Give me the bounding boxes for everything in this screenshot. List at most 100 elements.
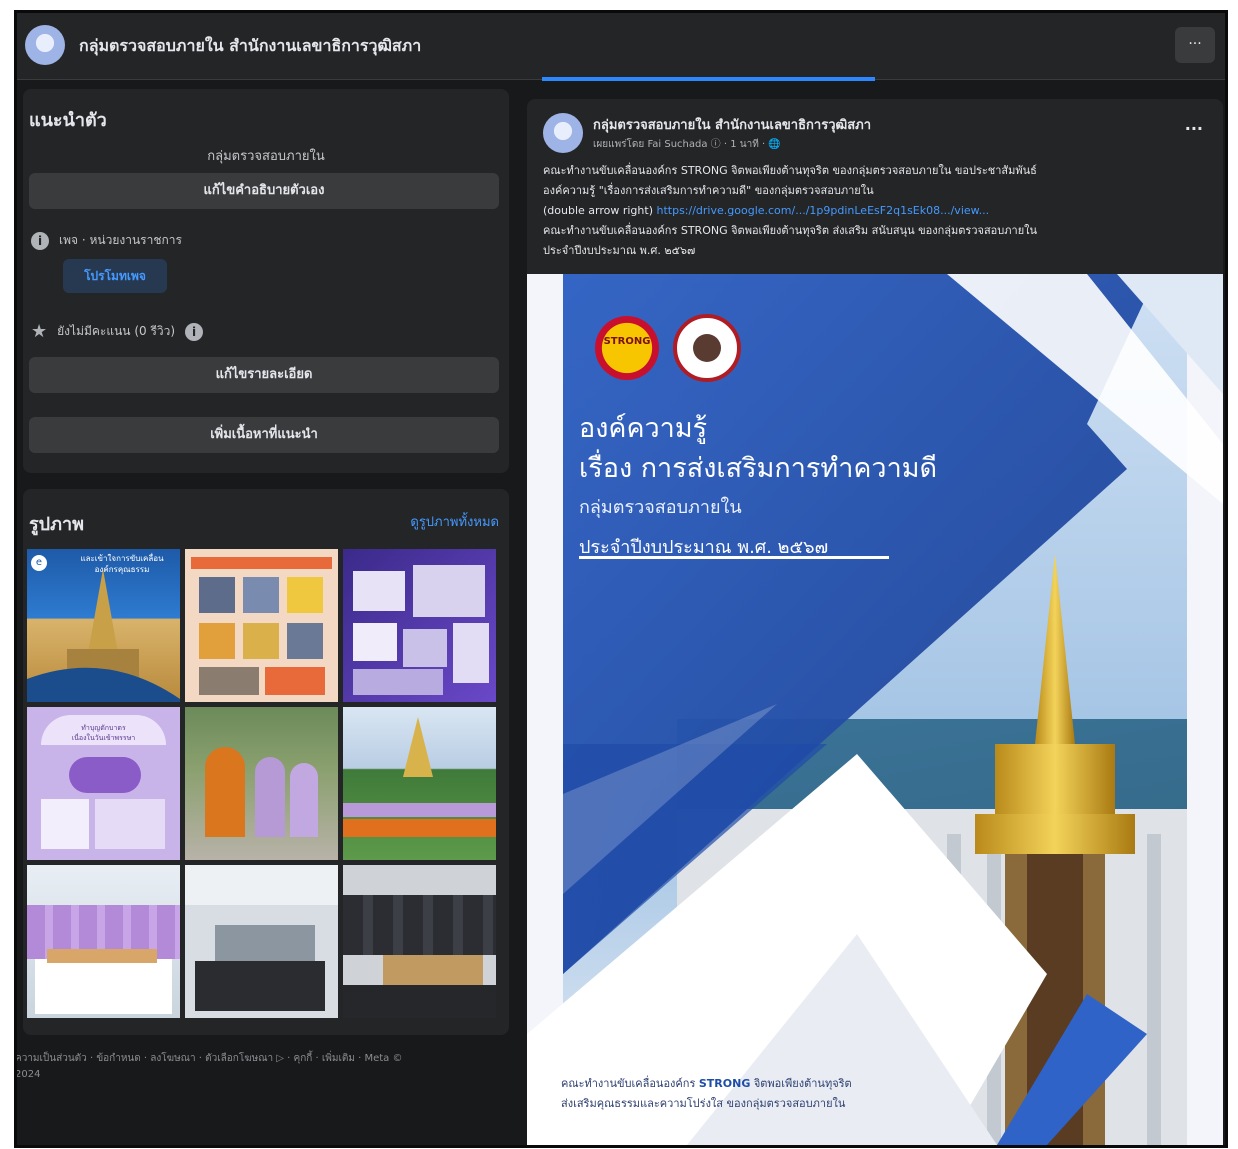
poster-footer-text: ส่งเสริมคุณธรรมและความโปร่งใส ของกลุ่มตร… [561, 1097, 846, 1110]
strong-logo: STRONG [595, 316, 659, 380]
person-figure [255, 757, 285, 837]
poster-footer: คณะทำงานขับเคลื่อนองค์กร STRONG จิตพอเพี… [561, 1074, 981, 1114]
tile-caption-line: และเข้าใจการขับเคลื่อน [80, 554, 164, 563]
photo-tile[interactable] [343, 707, 496, 860]
tile-photo [95, 799, 165, 849]
tile-photo [353, 571, 405, 611]
post-meta: เผยแพร่โดย Fai Suchada ⓘ · 1 นาที · 🌐 [593, 139, 781, 150]
post-text-line: องค์ความรู้ "เรื่องการส่งเสริมการทำความด… [543, 184, 874, 197]
poster-title: องค์ความรู้ [579, 413, 708, 444]
tile-caption-line: องค์กรคุณธรรม [94, 565, 150, 574]
tile-photo [41, 799, 89, 849]
tile-photo [287, 577, 323, 613]
rating-text: ยังไม่มีคะแนน (0 รีวิว) [57, 324, 176, 338]
post-text-line: คณะทำงานขับเคลื่อนองค์กร STRONG จิตพอเพี… [543, 224, 1038, 237]
link-prefix: (double arrow right) [543, 204, 657, 217]
post-more-button[interactable]: ··· [1185, 119, 1203, 138]
tile-photo [243, 623, 279, 659]
tile-photo [403, 629, 447, 667]
person-figure [290, 763, 318, 837]
star-icon: ★ [31, 321, 48, 342]
tile-photo [453, 623, 489, 683]
post-text: คณะทำงานขับเคลื่อนองค์กร STRONG จิตพอเพี… [543, 161, 1213, 261]
people-row [343, 803, 496, 817]
edit-details-button[interactable]: แก้ไขรายละเอียด [29, 357, 499, 393]
more-options-button[interactable]: ··· [1175, 27, 1215, 63]
post-text-line: (double arrow right) https://drive.googl… [543, 201, 1213, 221]
drive-link[interactable]: https://drive.google.com/.../1p9pdinLeEs… [657, 204, 990, 217]
poster-background [527, 274, 1223, 1145]
tile-photo [243, 577, 279, 613]
tile-banner [191, 557, 332, 569]
footer-line: 2024 [15, 1069, 41, 1080]
photo-tile[interactable] [185, 707, 338, 860]
photo-tile[interactable]: ทำบุญตักบาตร เนื่องในวันเข้าพรรษา [27, 707, 180, 860]
poster-footer-text: คณะทำงานขับเคลื่อนองค์กร [561, 1077, 699, 1090]
photos-title: รูปภาพ [29, 514, 84, 535]
tile-photo [265, 667, 325, 695]
photo-tile[interactable] [343, 865, 496, 1018]
tile-caption: ทำบุญตักบาตร เนื่องในวันเข้าพรรษา [41, 723, 166, 743]
monk-figure [205, 747, 245, 837]
anti-corruption-logo [673, 314, 741, 382]
badge-icon: e [31, 555, 47, 571]
facebook-page-window: กลุ่มตรวจสอบภายใน สำนักงานเลขาธิการวุฒิส… [14, 10, 1228, 1148]
promote-page-button[interactable]: โปรโมทเพจ [63, 259, 167, 293]
photo-tile[interactable] [185, 549, 338, 702]
logo-text: STRONG [603, 336, 651, 347]
post-text-line: ประจำปีงบประมาณ พ.ศ. ๒๕๖๗ [543, 244, 696, 257]
edit-bio-button[interactable]: แก้ไขคำอธิบายตัวเอง [29, 173, 499, 209]
photo-tile[interactable]: e และเข้าใจการขับเคลื่อน องค์กรคุณธรรม [27, 549, 180, 702]
post-card: กลุ่มตรวจสอบภายใน สำนักงานเลขาธิการวุฒิส… [527, 99, 1223, 1145]
tile-photo [199, 623, 235, 659]
see-all-photos-link[interactable]: ดูรูปภาพทั้งหมด [410, 511, 499, 532]
info-icon[interactable]: i [185, 322, 204, 341]
monks-row [343, 819, 496, 837]
photo-tile[interactable] [343, 549, 496, 702]
post-image[interactable]: STRONG องค์ความรู้ เรื่อง การส่งเสริมการ… [527, 274, 1223, 1145]
poster-footer-text: จิตพอเพียงต้านทุจริต [750, 1077, 852, 1090]
footer-links[interactable]: ความเป็นส่วนตัว · ข้อกำหนด · ลงโฆษณา · ต… [15, 1051, 495, 1083]
table-cloth [35, 959, 172, 1014]
rating-row: ★ ยังไม่มีคะแนน (0 รีวิว) i [31, 321, 204, 342]
poster-footer-bold: STRONG [698, 1077, 751, 1090]
intro-bio: กลุ่มตรวจสอบภายใน [207, 149, 325, 164]
page-avatar[interactable] [25, 25, 65, 65]
photo-tile[interactable] [185, 865, 338, 1018]
poster-title: เรื่อง การส่งเสริมการทำความดี [579, 453, 938, 484]
photo-tile[interactable] [27, 865, 180, 1018]
ceiling [185, 865, 338, 905]
tile-photo [287, 623, 323, 659]
tile-caption-line: ทำบุญตักบาตร [81, 724, 126, 732]
tile-photo [199, 577, 235, 613]
tile-caption: และเข้าใจการขับเคลื่อน องค์กรคุณธรรม [67, 553, 177, 575]
footer-line[interactable]: ความเป็นส่วนตัว · ข้อกำหนด · ลงโฆษณา · ต… [17, 1053, 403, 1064]
photos-card: รูปภาพ ดูรูปภาพทั้งหมด e และเข้าใจการขับ… [23, 489, 509, 1035]
post-author-avatar[interactable] [543, 113, 583, 153]
tile-photo [353, 669, 443, 695]
page-header-bar: กลุ่มตรวจสอบภายใน สำนักงานเลขาธิการวุฒิส… [17, 13, 1225, 80]
intro-card: แนะนำตัว กลุ่มตรวจสอบภายใน แก้ไขคำอธิบาย… [23, 89, 509, 473]
info-icon: i [31, 231, 49, 250]
logo-portrait [693, 334, 721, 362]
poster-divider [579, 556, 889, 559]
tile-label [69, 757, 141, 793]
category-row: i เพจ · หน่วยงานราชการ [31, 231, 182, 250]
add-featured-button[interactable]: เพิ่มเนื้อหาที่แนะนำ [29, 417, 499, 453]
tile-photo [413, 565, 485, 617]
offerings [47, 949, 157, 963]
tile-photo [353, 623, 397, 661]
page-title[interactable]: กลุ่มตรวจสอบภายใน สำนักงานเลขาธิการวุฒิส… [79, 34, 421, 59]
pagoda-graphic [403, 717, 433, 777]
seated-people [343, 985, 496, 1018]
poster-subtitle: กลุ่มตรวจสอบภายใน [579, 497, 742, 518]
post-author-name[interactable]: กลุ่มตรวจสอบภายใน สำนักงานเลขาธิการวุฒิส… [593, 114, 871, 135]
page-category: เพจ · หน่วยงานราชการ [59, 233, 182, 247]
tile-photo [199, 667, 259, 695]
post-text-line: คณะทำงานขับเคลื่อนองค์กร STRONG จิตพอเพี… [543, 164, 1037, 177]
tile-caption-line: เนื่องในวันเข้าพรรษา [71, 734, 136, 742]
seated-people [343, 895, 496, 955]
intro-title: แนะนำตัว [29, 110, 107, 131]
active-tab-indicator [542, 77, 875, 81]
meeting-table [215, 925, 315, 965]
